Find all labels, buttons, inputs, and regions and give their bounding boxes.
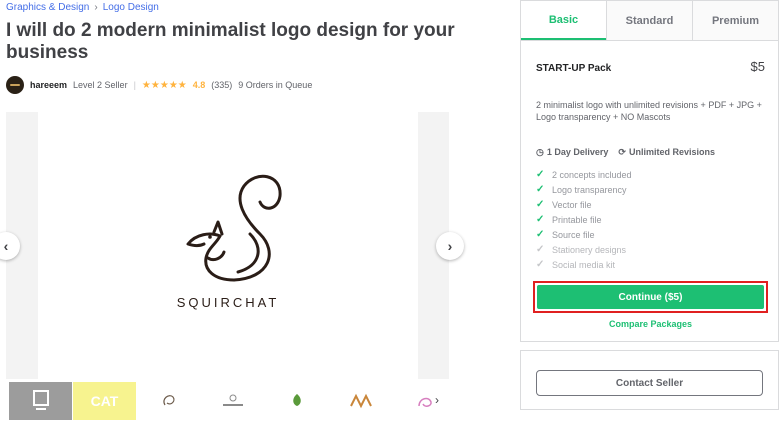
feature-label: Printable file <box>552 214 602 225</box>
feature-label: Stationery designs <box>552 244 627 255</box>
feature-item: ✓ Social media kit <box>536 257 632 272</box>
seller-overview: hareeem Level 2 Seller | ★★★★★ 4.8 (335)… <box>6 75 312 95</box>
feature-list: ✓ 2 concepts included ✓ Logo transparency … <box>536 167 632 272</box>
gallery-thumbnails: CAT <box>9 382 456 420</box>
star-rating-icon: ★★★★★ <box>141 79 187 91</box>
delivery-label: 1 Day Delivery <box>546 147 609 157</box>
feature-label: Social media kit <box>552 259 616 270</box>
gig-gallery: SQUIRCHAT ‹ › <box>0 112 464 379</box>
thumbnail[interactable]: CAT <box>73 382 136 420</box>
seller-name[interactable]: hareeem <box>30 80 67 90</box>
feature-label: Source file <box>552 229 595 240</box>
feature-item: ✓ Vector file <box>536 197 632 212</box>
tab-premium[interactable]: Premium <box>692 1 778 40</box>
revisions: ⟳ Unlimited Revisions <box>618 147 715 158</box>
check-icon: ✓ <box>536 199 545 210</box>
thumbnail-logo-icon <box>417 397 432 407</box>
check-icon: ✓ <box>536 184 545 195</box>
divider: | <box>133 80 136 90</box>
thumbnail-logo-icon <box>162 395 174 406</box>
continue-highlight: Continue ($5) <box>533 281 768 313</box>
thumbnail-logo-icon <box>292 394 301 406</box>
check-icon: ✓ <box>536 229 545 240</box>
thumbnail[interactable] <box>393 382 456 420</box>
tab-standard[interactable]: Standard <box>606 1 692 40</box>
seller-level: Level 2 Seller <box>73 80 128 90</box>
gallery-prev-button[interactable]: ‹ <box>0 232 20 260</box>
package-name: START-UP Pack <box>536 63 612 74</box>
feature-label: Logo transparency <box>552 184 627 195</box>
clock-icon: ◷ <box>536 147 544 157</box>
feature-item: ✓ Source file <box>536 227 632 242</box>
chevron-right-icon: › <box>447 238 453 254</box>
orders-in-queue: 9 Orders in Queue <box>238 80 313 90</box>
squirrel-logo-icon <box>186 174 282 282</box>
thumbnail-label: CAT <box>90 393 119 409</box>
thumbnail-logo-icon <box>32 390 49 410</box>
thumbnail[interactable] <box>137 382 200 420</box>
rating-score: 4.8 <box>192 80 206 90</box>
continue-button[interactable]: Continue ($5) <box>537 285 764 309</box>
feature-label: Vector file <box>552 199 592 210</box>
check-icon: ✓ <box>536 244 545 255</box>
feature-item: ✓ Logo transparency <box>536 182 632 197</box>
chevron-right-icon: › <box>435 393 439 407</box>
thumbnail[interactable] <box>201 382 264 420</box>
feature-label: 2 concepts included <box>552 169 632 180</box>
delivery-time: ◷ 1 Day Delivery <box>536 147 608 158</box>
package-tabs: Basic Standard Premium <box>521 1 778 41</box>
package-panel: Basic Standard Premium START-UP Pack $5 … <box>520 0 779 342</box>
contact-seller-button[interactable]: Contact Seller <box>536 370 763 396</box>
thumbnail[interactable] <box>329 382 392 420</box>
feature-item: ✓ Stationery designs <box>536 242 632 257</box>
thumbnail-logo-icon <box>222 394 243 406</box>
gallery-next-button[interactable]: › <box>436 232 464 260</box>
revisions-label: Unlimited Revisions <box>628 147 715 157</box>
chevron-left-icon: ‹ <box>3 238 9 254</box>
package-header: START-UP Pack $5 <box>536 59 765 74</box>
compare-packages-link[interactable]: Compare Packages <box>521 319 780 329</box>
thumbnail[interactable] <box>265 382 328 420</box>
gig-title: I will do 2 modern minimalist logo desig… <box>6 20 455 63</box>
package-price: $5 <box>750 59 765 74</box>
check-icon: ✓ <box>536 259 545 270</box>
tab-basic[interactable]: Basic <box>521 1 606 40</box>
seller-avatar[interactable] <box>6 76 24 94</box>
feature-item: ✓ 2 concepts included <box>536 167 632 182</box>
breadcrumb-link-graphics-design[interactable]: Graphics & Design <box>6 2 89 13</box>
package-description: 2 minimalist logo with unlimited revisio… <box>536 100 762 122</box>
breadcrumb-link-logo-design[interactable]: Logo Design <box>103 2 159 13</box>
logo-wordmark: SQUIRCHAT <box>176 295 280 310</box>
thumbnail-logo-icon <box>349 393 372 409</box>
breadcrumb: Graphics & Design › Logo Design <box>6 2 159 13</box>
check-icon: ✓ <box>536 214 545 225</box>
feature-item: ✓ Printable file <box>536 212 632 227</box>
package-meta: ◷ 1 Day Delivery ⟳ Unlimited Revisions <box>536 147 715 158</box>
check-icon: ✓ <box>536 169 545 180</box>
gallery-main-image[interactable]: SQUIRCHAT <box>38 112 418 379</box>
thumbnail[interactable] <box>9 382 72 420</box>
thumbnails-next-button[interactable]: › <box>435 393 439 407</box>
breadcrumb-separator: › <box>94 2 98 13</box>
rating-count[interactable]: (335) <box>211 80 232 90</box>
refresh-icon: ⟳ <box>618 147 626 157</box>
contact-panel: Contact Seller <box>520 350 779 410</box>
